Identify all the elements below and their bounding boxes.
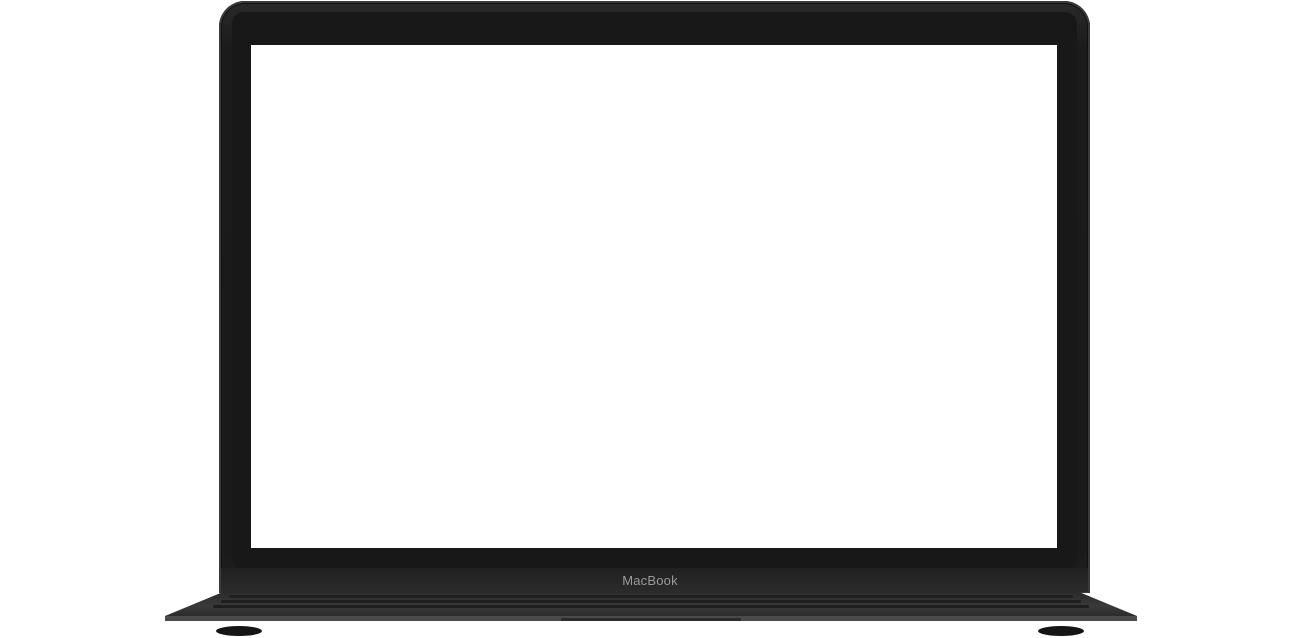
keyboard-keys — [213, 595, 1089, 608]
keyboard-deck-graphic — [165, 592, 1137, 621]
brand-label: MacBook — [622, 573, 678, 588]
right-foot — [1038, 626, 1084, 636]
trackpad-notch — [561, 618, 741, 621]
laptop-mockup: MacBook — [0, 0, 1300, 638]
left-foot — [216, 626, 262, 636]
laptop-screen — [251, 45, 1057, 548]
laptop-base — [165, 592, 1137, 622]
